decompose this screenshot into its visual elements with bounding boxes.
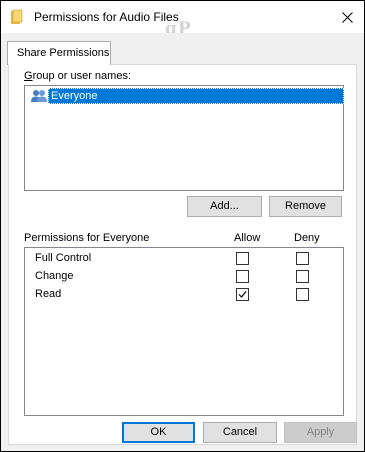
close-icon: [341, 11, 353, 23]
tab-share-permissions[interactable]: Share Permissions: [7, 41, 111, 65]
permissions-label: Permissions for Everyone: [24, 232, 150, 244]
allow-header: Allow: [234, 232, 261, 244]
deny-checkbox-read[interactable]: [296, 288, 309, 301]
apply-button[interactable]: Apply: [284, 422, 357, 443]
remove-button-label: Remove: [285, 200, 326, 212]
group-label: Group or user names:: [24, 70, 131, 82]
cancel-button-label: Cancel: [222, 426, 258, 438]
tab-panel: Group or user names: Everyone Add... Rem…: [8, 64, 357, 445]
permissions-table: Full Control Change Read: [24, 247, 344, 416]
user-name-everyone[interactable]: Everyone: [48, 88, 344, 104]
deny-checkbox-full-control[interactable]: [296, 252, 309, 265]
ok-button[interactable]: OK: [122, 422, 195, 443]
user-list[interactable]: Everyone: [24, 85, 344, 191]
deny-header: Deny: [294, 232, 320, 244]
deny-checkbox-change[interactable]: [296, 270, 309, 283]
allow-checkbox-read[interactable]: [236, 288, 249, 301]
permission-name: Read: [35, 288, 62, 300]
checkmark-icon: [238, 291, 247, 298]
apply-button-label: Apply: [306, 426, 335, 438]
permission-name: Change: [35, 270, 74, 282]
cancel-button[interactable]: Cancel: [203, 422, 277, 443]
window-title: Permissions for Audio Files: [34, 10, 179, 24]
add-button[interactable]: Add...: [187, 196, 262, 217]
add-button-label: Add...: [210, 200, 239, 212]
group-label-text: roup or user names:: [32, 70, 131, 82]
title-bar: Permissions for Audio Files gP: [1, 1, 364, 39]
allow-checkbox-change[interactable]: [236, 270, 249, 283]
folder-icon: [11, 9, 23, 24]
users-group-icon: [31, 90, 47, 102]
group-label-accesskey: G: [24, 70, 33, 82]
allow-checkbox-full-control[interactable]: [236, 252, 249, 265]
close-button[interactable]: [333, 5, 361, 29]
remove-button[interactable]: Remove: [269, 196, 342, 217]
permission-name: Full Control: [35, 252, 92, 264]
ok-button-label: OK: [150, 426, 167, 438]
list-item[interactable]: Everyone: [27, 88, 344, 104]
dialog-body: Share Permissions Group or user names: E…: [1, 33, 364, 451]
permissions-dialog: Permissions for Audio Files gP Share Per…: [0, 0, 365, 452]
